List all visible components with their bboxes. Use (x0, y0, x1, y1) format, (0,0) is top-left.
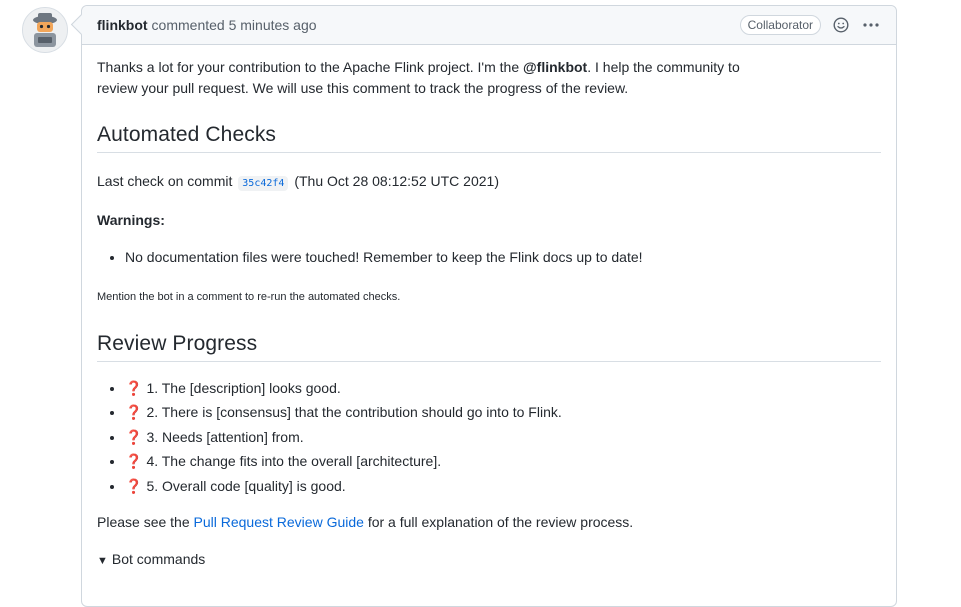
intro-text-1: Thanks a lot for your contribution to th… (97, 59, 524, 75)
review-guide-paragraph: Please see the Pull Request Review Guide… (97, 512, 881, 533)
review-item: ❓4. The change fits into the overall [ar… (125, 449, 881, 474)
guide-prefix: Please see the (97, 514, 194, 530)
add-reaction-button[interactable] (831, 15, 851, 35)
review-progress-heading: Review Progress (97, 333, 881, 362)
question-mark-icon: ❓ (125, 379, 143, 396)
disclosure-triangle-icon: ▼ (97, 555, 108, 567)
bot-commands-toggle[interactable]: ▼ Bot commands (97, 549, 881, 572)
last-check-date: (Thu Oct 28 08:12:52 UTC 2021) (294, 173, 499, 189)
intro-paragraph: Thanks a lot for your contribution to th… (97, 57, 747, 99)
warnings-list: No documentation files were touched! Rem… (97, 245, 881, 270)
last-check-line: Last check on commit 35c42f4 (Thu Oct 28… (97, 171, 881, 194)
warning-item: No documentation files were touched! Rem… (125, 245, 881, 270)
review-item: ❓3. Needs [attention] from. (125, 425, 881, 450)
question-mark-icon: ❓ (125, 477, 143, 494)
last-check-prefix: Last check on commit (97, 173, 233, 189)
comment-header: flinkbot commented 5 minutes ago Collabo… (82, 6, 896, 45)
rerun-note: Mention the bot in a comment to re-run t… (97, 290, 401, 303)
guide-suffix: for a full explanation of the review pro… (363, 514, 634, 530)
review-item-text: 2. There is [consensus] that the contrib… (146, 404, 562, 420)
bot-commands-label: Bot commands (111, 551, 206, 567)
review-item-text: 3. Needs [attention] from. (146, 428, 304, 445)
review-item-text: 1. The [description] looks good. (146, 379, 341, 396)
header-actions: Collaborator (739, 15, 881, 35)
review-item-text: 5. Overall code [quality] is good. (146, 477, 346, 494)
flinkbot-avatar-icon (23, 8, 67, 52)
review-item: ❓1. The [description] looks good. (125, 376, 881, 401)
review-guide-link[interactable]: Pull Request Review Guide (194, 514, 364, 530)
commit-sha-link[interactable]: 35c42f4 (238, 176, 289, 191)
smiley-icon (833, 17, 849, 33)
author-link[interactable]: flinkbot (97, 17, 148, 33)
review-item: ❓5. Overall code [quality] is good. (125, 474, 881, 499)
question-mark-icon: ❓ (125, 404, 143, 420)
question-mark-icon: ❓ (125, 428, 143, 445)
review-item-text: 4. The change fits into the overall [arc… (146, 453, 442, 469)
comment-body: Thanks a lot for your contribution to th… (82, 45, 896, 572)
comment-timestamp[interactable]: commented 5 minutes ago (152, 17, 317, 33)
review-item: ❓2. There is [consensus] that the contri… (125, 400, 881, 425)
automated-checks-heading: Automated Checks (97, 124, 881, 153)
bot-mention[interactable]: @flinkbot (523, 59, 587, 75)
more-options-button[interactable] (861, 15, 881, 35)
warnings-label: Warnings: (97, 212, 165, 228)
comment-box: flinkbot commented 5 minutes ago Collabo… (81, 5, 897, 607)
review-progress-list: ❓1. The [description] looks good. ❓2. Th… (97, 376, 881, 499)
question-mark-icon: ❓ (125, 453, 143, 469)
collaborator-badge: Collaborator (739, 15, 821, 35)
kebab-horizontal-icon (863, 23, 879, 27)
avatar[interactable] (22, 7, 68, 53)
